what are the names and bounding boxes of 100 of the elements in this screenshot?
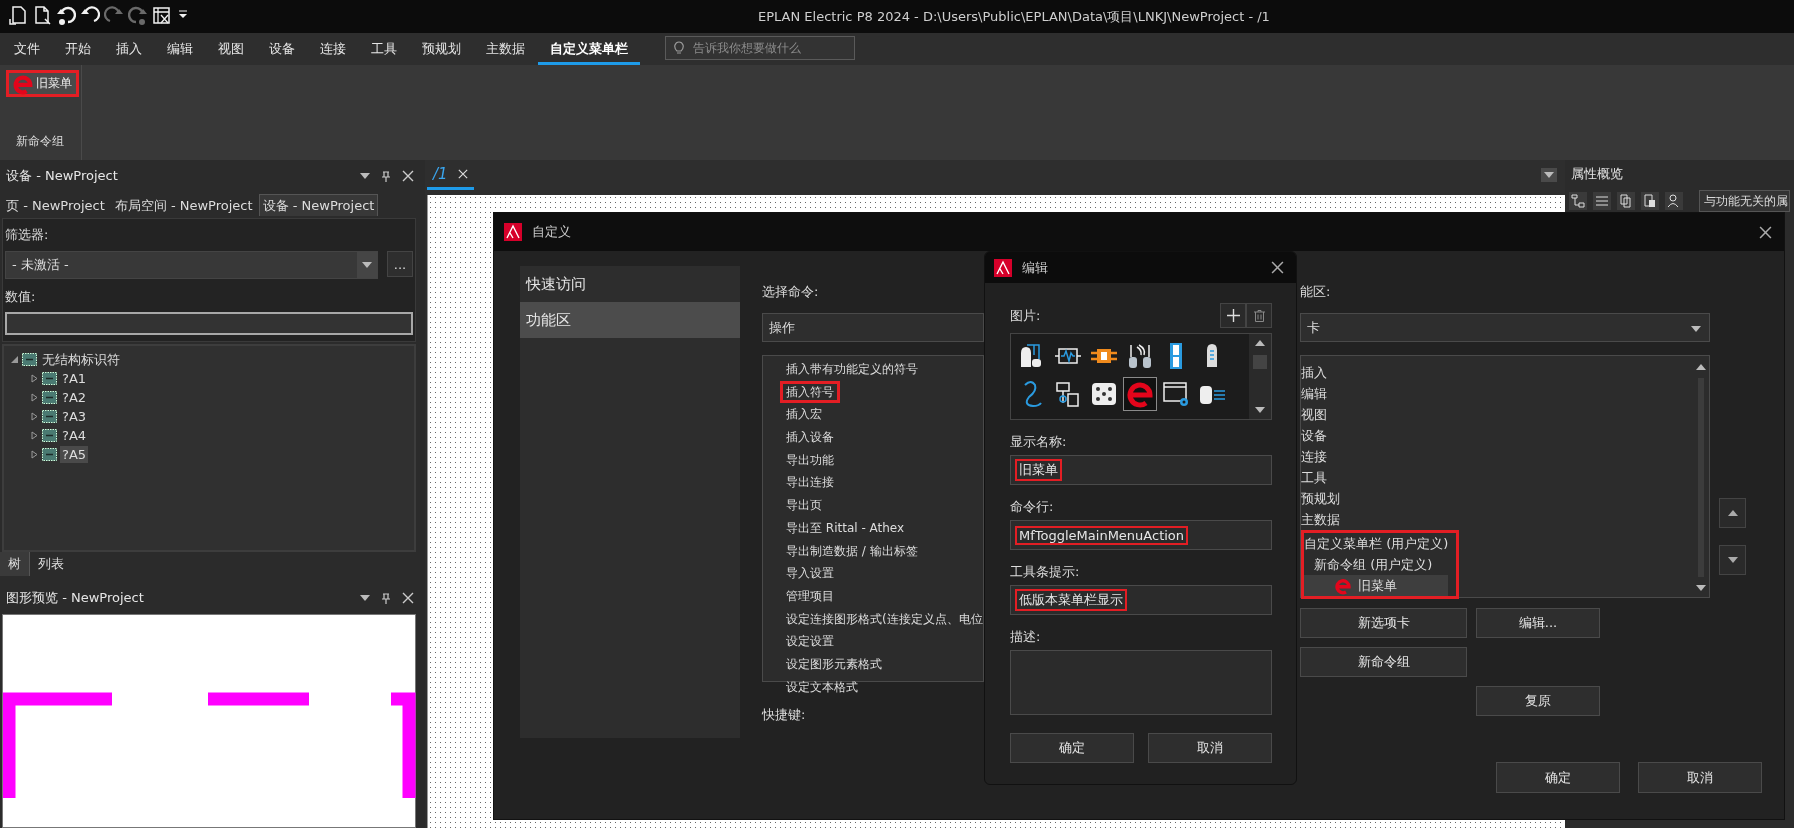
command-item[interactable]: 插入带有功能定义的符号 [783, 361, 921, 377]
new-document-icon[interactable] [32, 5, 52, 25]
action-button[interactable]: 复原 [1476, 686, 1600, 716]
command-item[interactable]: 导入设置 [783, 565, 837, 582]
command-item[interactable]: 设定连接图形格式(连接定义点、电位 [783, 610, 986, 627]
command-item[interactable]: 导出页 [783, 497, 825, 514]
pin-icon[interactable] [382, 592, 390, 604]
list-view-icon[interactable] [1593, 192, 1611, 210]
command-item[interactable]: 插入宏 [783, 406, 825, 423]
dialog-button[interactable]: 取消 [1148, 733, 1272, 763]
tree-view-icon[interactable] [1569, 192, 1587, 210]
close-icon[interactable] [402, 170, 414, 182]
user-icon[interactable] [1665, 192, 1683, 210]
action-button[interactable]: 新选项卡 [1300, 608, 1467, 638]
search-field[interactable]: 告诉我你想要做什么 [665, 36, 855, 60]
ribbon-tree-item[interactable]: 视图 [1301, 404, 1693, 425]
menu-tab[interactable]: 文件 [2, 35, 52, 65]
menu-tab[interactable]: 开始 [53, 35, 103, 65]
view-tab[interactable]: 列表 [30, 552, 72, 576]
undo-icon[interactable] [80, 5, 100, 25]
dialog-button[interactable]: 取消 [1638, 762, 1762, 793]
tree-item[interactable]: ?A4 [60, 427, 89, 444]
command-item[interactable]: 导出至 Rittal - Athex [783, 519, 908, 536]
input-field[interactable]: 低版本菜单栏显示 [1010, 585, 1272, 615]
expander-icon[interactable] [30, 450, 39, 459]
menu-tab[interactable]: 插入 [104, 35, 154, 65]
menu-tab[interactable]: 设备 [257, 35, 307, 65]
dropdown-icon[interactable] [360, 173, 370, 179]
ribbon-tree-item[interactable]: 编辑 [1301, 383, 1693, 404]
menu-tab[interactable]: 主数据 [474, 35, 537, 65]
input-field[interactable]: MfToggleMainMenuAction [1010, 520, 1272, 550]
expander-icon[interactable] [30, 431, 39, 440]
close-icon[interactable] [1271, 261, 1284, 274]
command-item[interactable]: 设定文本格式 [783, 678, 861, 695]
value-field[interactable] [5, 312, 413, 335]
filter-dropdown[interactable]: - 未激活 - [5, 251, 378, 279]
copy-icon[interactable] [1617, 192, 1635, 210]
scroll-down-icon[interactable] [1696, 585, 1706, 591]
pin-icon[interactable] [382, 170, 390, 182]
description-field[interactable] [1010, 650, 1272, 715]
document-tab[interactable]: /1 [433, 165, 448, 183]
tree-item[interactable]: ?A5 [60, 446, 89, 463]
command-item[interactable]: 导出制造数据 / 输出标签 [783, 542, 921, 559]
ribbon-tree-item[interactable]: 工具 [1301, 467, 1693, 488]
view-tab[interactable]: 树 [0, 552, 30, 576]
command-item[interactable]: 导出连接 [783, 474, 837, 491]
ribbon-tree-item[interactable]: 主数据 [1301, 509, 1693, 530]
menu-tab[interactable]: 视图 [206, 35, 256, 65]
caret-icon[interactable] [1691, 326, 1701, 332]
input-field[interactable]: 旧菜单 [1010, 455, 1272, 485]
tree-item[interactable]: ?A3 [60, 408, 89, 425]
menu-tab[interactable]: 工具 [359, 35, 409, 65]
command-item[interactable]: 导出功能 [783, 451, 837, 468]
scrollbar[interactable] [1249, 334, 1271, 419]
action-button[interactable]: 新命令组 [1300, 647, 1467, 677]
ribbon-tree-item[interactable]: 设备 [1301, 425, 1693, 446]
close-icon[interactable] [402, 592, 414, 604]
dialog-button[interactable]: 确定 [1010, 733, 1134, 763]
dropdown-icon[interactable] [360, 595, 370, 601]
paste-icon[interactable] [1641, 192, 1659, 210]
tree-item[interactable]: ?A1 [60, 370, 89, 387]
table-icon[interactable] [152, 5, 172, 25]
panel-tab[interactable]: 页 - NewProject [2, 194, 109, 216]
more-button[interactable]: ... [387, 251, 413, 277]
ribbon-tree-item[interactable]: 旧菜单 [1304, 575, 1449, 596]
close-icon[interactable] [1759, 225, 1772, 239]
command-item[interactable]: 插入设备 [783, 429, 837, 446]
panel-tab[interactable]: 布局空间 - NewProject [110, 194, 257, 216]
panel-tab[interactable]: 设备 - NewProject [258, 194, 379, 216]
nav-item[interactable]: 功能区 [520, 302, 740, 338]
new-page-icon[interactable] [8, 5, 28, 25]
move-down-button[interactable] [1719, 545, 1746, 575]
picture-tile[interactable] [1123, 377, 1157, 411]
command-item[interactable]: 设定设置 [783, 633, 837, 650]
action-button[interactable]: 编辑... [1476, 608, 1600, 638]
menu-tab[interactable]: 连接 [308, 35, 358, 65]
ribbon-tree-item[interactable]: 插入 [1301, 362, 1693, 383]
menu-tab[interactable]: 编辑 [155, 35, 205, 65]
expander-icon[interactable] [10, 355, 19, 364]
scroll-up-icon[interactable] [1255, 340, 1265, 346]
scroll-down-icon[interactable] [1255, 407, 1265, 413]
dropdown-icon[interactable] [1544, 172, 1554, 178]
category-dropdown[interactable]: 操作 [762, 313, 984, 342]
expander-icon[interactable] [30, 412, 39, 421]
expander-icon[interactable] [30, 393, 39, 402]
expander-icon[interactable] [30, 374, 39, 383]
ribbon-dropdown[interactable]: 卡 [1300, 313, 1710, 342]
command-item[interactable]: 管理项目 [783, 587, 837, 604]
old-menu-button[interactable]: 旧菜单 [6, 70, 79, 97]
add-button[interactable] [1220, 303, 1246, 328]
scroll-thumb[interactable] [1253, 354, 1267, 369]
command-item[interactable]: 插入符号 [783, 383, 837, 400]
dialog-button[interactable]: 确定 [1496, 762, 1620, 793]
command-item[interactable]: 设定图形元素格式 [783, 655, 885, 672]
menu-tab[interactable]: 预规划 [410, 35, 473, 65]
nav-item[interactable]: 快速访问 [520, 266, 740, 302]
ribbon-tree-item[interactable]: 连接 [1301, 446, 1693, 467]
ribbon-tree-item[interactable]: 自定义菜单栏 (用户定义) [1304, 533, 1449, 554]
filter-field[interactable]: 与功能无关的属 [1699, 190, 1790, 212]
delete-button[interactable] [1246, 303, 1272, 328]
